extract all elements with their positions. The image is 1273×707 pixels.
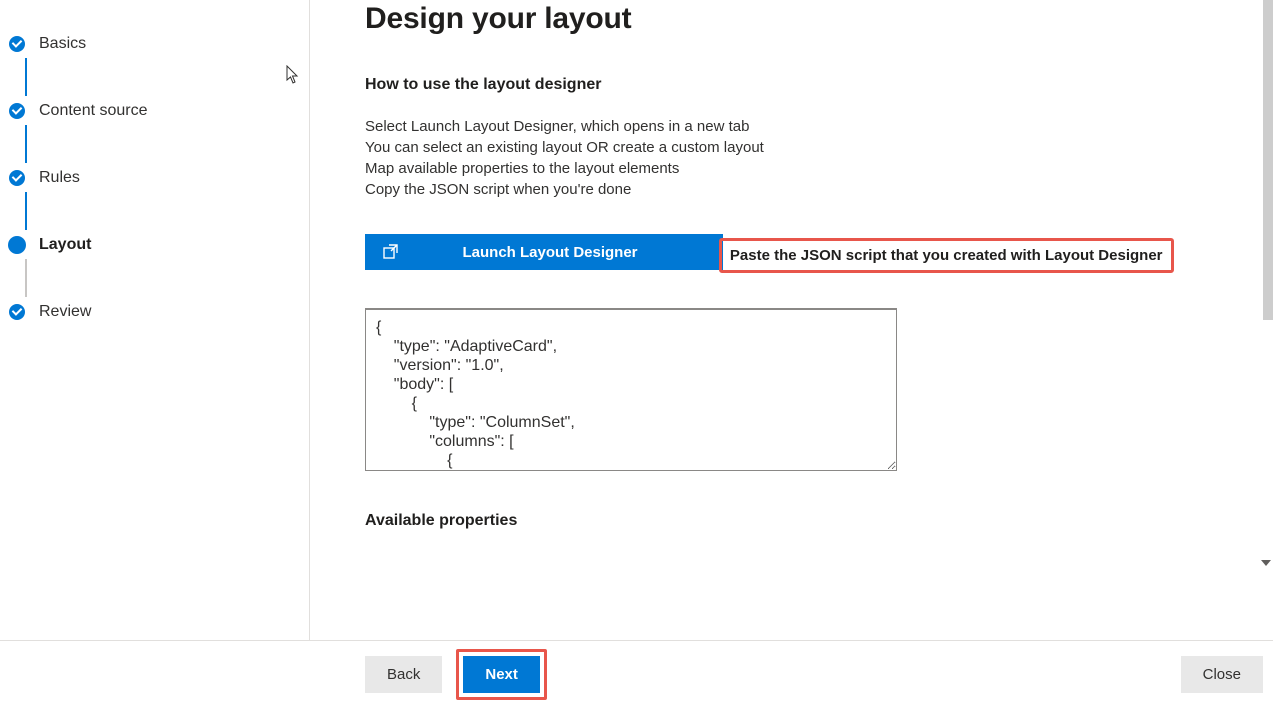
launch-button-label: Launch Layout Designer	[411, 244, 705, 261]
expand-caret-icon[interactable]	[1261, 560, 1271, 566]
main-content: Design your layout How to use the layout…	[310, 0, 1273, 640]
step-basics[interactable]: Basics	[9, 10, 309, 77]
close-button[interactable]: Close	[1181, 656, 1263, 693]
json-label-highlight: Paste the JSON script that you created w…	[719, 238, 1174, 273]
json-field-label: Paste the JSON script that you created w…	[730, 247, 1163, 264]
step-content-source[interactable]: Content source	[9, 77, 309, 144]
check-icon	[9, 103, 25, 119]
wizard-footer: Back Next Close	[0, 640, 1273, 707]
available-properties-heading: Available properties	[365, 512, 1223, 530]
instruction-line: Map available properties to the layout e…	[365, 158, 1223, 179]
scrollbar[interactable]	[1263, 0, 1273, 320]
howto-heading: How to use the layout designer	[365, 76, 1223, 94]
instruction-line: Select Launch Layout Designer, which ope…	[365, 116, 1223, 137]
step-label: Basics	[39, 35, 86, 53]
next-button-highlight: Next	[456, 649, 547, 700]
step-label: Layout	[39, 236, 91, 254]
step-label: Review	[39, 303, 91, 321]
page-title: Design your layout	[365, 2, 1223, 36]
wizard-sidebar: Basics Content source Rules Layout Revie	[0, 0, 310, 640]
current-step-icon	[8, 236, 26, 254]
launch-layout-designer-button[interactable]: Launch Layout Designer	[365, 234, 723, 270]
step-label: Rules	[39, 169, 80, 187]
check-icon	[9, 36, 25, 52]
open-in-new-icon	[383, 244, 399, 260]
back-button[interactable]: Back	[365, 656, 442, 693]
step-label: Content source	[39, 102, 148, 120]
step-layout[interactable]: Layout	[9, 211, 309, 278]
instructions-list: Select Launch Layout Designer, which ope…	[365, 116, 1223, 200]
instruction-line: Copy the JSON script when you're done	[365, 179, 1223, 200]
next-button[interactable]: Next	[463, 656, 540, 693]
instruction-line: You can select an existing layout OR cre…	[365, 137, 1223, 158]
check-icon	[9, 304, 25, 320]
step-rules[interactable]: Rules	[9, 144, 309, 211]
check-icon	[9, 170, 25, 186]
step-review[interactable]: Review	[9, 278, 309, 345]
json-script-textarea[interactable]	[365, 308, 897, 471]
